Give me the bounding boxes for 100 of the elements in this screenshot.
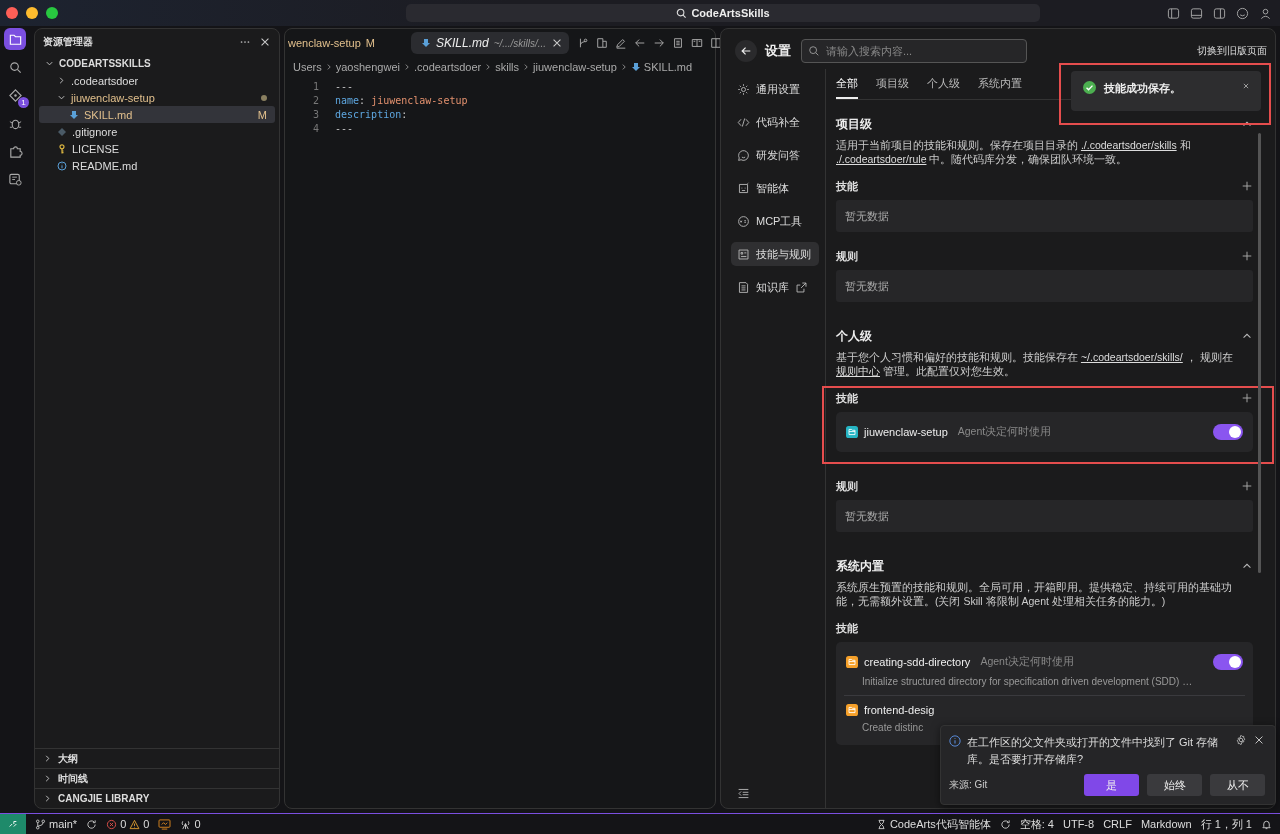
path-link[interactable]: ./.codeartsdoer/rule	[836, 153, 927, 165]
search-field[interactable]: 请输入搜索内容...	[801, 39, 1027, 63]
ports-status[interactable]: 0	[180, 818, 201, 830]
document-icon[interactable]	[672, 37, 685, 49]
forward-arrow-icon[interactable]	[653, 37, 666, 49]
add-icon[interactable]	[1241, 480, 1253, 492]
breadcrumb[interactable]: yaoshengwei	[335, 61, 400, 73]
sync-icon[interactable]	[86, 818, 98, 830]
smiley-icon[interactable]	[1236, 6, 1249, 20]
tree-item[interactable]: SKILL.md M	[39, 106, 275, 123]
tree-item[interactable]: .codeartsdoer	[39, 72, 275, 89]
sidebar-toggle-icon[interactable]	[1167, 6, 1180, 20]
editor-tab[interactable]: SKILL.md ~/.../skills/...	[410, 32, 570, 54]
breadcrumb[interactable]: skills	[495, 61, 520, 73]
section-header[interactable]: 大纲	[35, 749, 279, 769]
path-link[interactable]: 规则中心	[836, 365, 880, 377]
back-arrow-icon[interactable]	[634, 37, 647, 49]
toggle-switch[interactable]	[1213, 424, 1243, 440]
status-item[interactable]: 行 1，列 1	[1200, 816, 1252, 832]
code-line: name: jiuwenclaw-setup	[335, 94, 468, 106]
line-number: 3	[311, 108, 320, 120]
chevron-icon	[43, 794, 52, 803]
skill-description: Create distinc	[862, 722, 925, 733]
status-item[interactable]: UTF-8	[1063, 818, 1095, 830]
tree-item[interactable]: .gitignore	[39, 123, 275, 140]
nav-item[interactable]: 研发问答	[731, 143, 819, 167]
section-header[interactable]: CANGJIE LIBRARY	[35, 789, 279, 808]
chat-icon	[737, 148, 750, 162]
settings-icon[interactable]	[1235, 734, 1247, 746]
nav-item[interactable]: 技能与规则	[731, 242, 819, 266]
tree-item[interactable]: README.md	[39, 157, 275, 174]
filter-tab[interactable]: 全部	[836, 76, 858, 99]
status-item[interactable]: CRLF	[1103, 818, 1132, 830]
close-icon[interactable]	[259, 36, 271, 48]
status-item[interactable]: Markdown	[1140, 818, 1192, 830]
add-icon[interactable]	[1241, 392, 1253, 404]
code-line: ---	[335, 80, 354, 92]
minimize-window-button[interactable]	[26, 7, 38, 19]
collapse-sidebar-icon[interactable]	[737, 787, 750, 800]
account-icon[interactable]	[1259, 6, 1272, 20]
notification-button[interactable]: 从不	[1210, 774, 1265, 796]
branch-status[interactable]: main*	[35, 818, 78, 830]
notification-button[interactable]: 是	[1084, 774, 1139, 796]
add-icon[interactable]	[1241, 180, 1253, 192]
source-control-icon[interactable]	[7, 87, 23, 103]
line-number: 4	[311, 122, 320, 134]
zoom-window-button[interactable]	[46, 7, 58, 19]
nav-item[interactable]: 代码补全	[731, 110, 819, 134]
book-icon[interactable]	[691, 37, 704, 49]
switch-old-page-link[interactable]: 切换到旧版页面	[1197, 44, 1267, 58]
skill-description: Initialize structured directory for specification driven development (SDD) …	[862, 676, 1194, 687]
branch-icon[interactable]	[577, 37, 590, 49]
list-icon	[737, 247, 750, 261]
tree-item[interactable]: CODEARTSSKILLS	[39, 55, 275, 72]
problems-status[interactable]: 0 0	[106, 818, 150, 830]
search-icon[interactable]	[7, 59, 23, 75]
line-number: 2	[311, 94, 320, 106]
filter-tab[interactable]: 项目级	[876, 76, 909, 99]
empty-state: 暂无数据	[836, 500, 1253, 532]
close-icon[interactable]	[1253, 734, 1265, 746]
tree-item[interactable]: LICENSE	[39, 140, 275, 157]
command-center[interactable]: CodeArtsSkills	[406, 4, 1040, 22]
notification-button[interactable]: 始终	[1147, 774, 1202, 796]
bell-icon[interactable]	[1261, 818, 1272, 830]
breadcrumb[interactable]: jiuwenclaw-setup	[533, 61, 617, 73]
status-item[interactable]: 空格: 4	[1019, 816, 1054, 832]
filter-tab[interactable]: 个人级	[927, 76, 960, 99]
breadcrumb[interactable]: Users	[293, 61, 322, 73]
chevron-icon	[43, 754, 52, 763]
breadcrumb[interactable]: SKILL.md	[643, 61, 693, 73]
add-icon[interactable]	[1241, 250, 1253, 262]
remote-explorer-icon[interactable]	[7, 171, 23, 187]
section-description: 基于您个人习惯和偏好的技能和规则。技能保存在 ~/.codeartsdoer/skills/ ， 规则在 规则中心 管理。此配置仅对您生效。	[836, 350, 1234, 378]
section-header[interactable]: 时间线	[35, 769, 279, 789]
group-label: 技能	[836, 178, 858, 194]
back-button[interactable]	[735, 40, 757, 62]
nav-item[interactable]: 智能体	[731, 176, 819, 200]
panel-toggle-icon[interactable]	[1190, 6, 1203, 20]
explorer-button[interactable]	[4, 28, 26, 50]
search-icon	[808, 45, 820, 57]
nav-item[interactable]: MCP工具	[731, 209, 819, 233]
path-link[interactable]: ~/.codeartsdoer/skills/	[1080, 351, 1183, 363]
close-window-button[interactable]	[6, 7, 18, 19]
path-link[interactable]: ./.codeartsdoer/skills	[1080, 139, 1177, 151]
layout-icon[interactable]	[1213, 6, 1226, 20]
status-item[interactable]: CodeArts代码智能体	[875, 816, 991, 832]
nav-item[interactable]: 通用设置	[731, 77, 819, 101]
pencil-icon[interactable]	[615, 37, 628, 49]
monitor-icon[interactable]	[158, 818, 172, 830]
tree-item[interactable]: jiuwenclaw-setup	[39, 89, 275, 106]
filter-tab[interactable]: 系统内置	[978, 76, 1022, 99]
breadcrumb[interactable]: .codeartsdoer	[413, 61, 482, 73]
scrollbar[interactable]	[1258, 133, 1261, 573]
compare-icon[interactable]	[596, 37, 609, 49]
editor-tab[interactable]: wenclaw-setup M	[285, 32, 381, 54]
nav-item[interactable]: 知识库	[731, 275, 819, 299]
sync-icon[interactable]	[999, 818, 1011, 830]
extensions-icon[interactable]	[7, 143, 23, 159]
toggle-switch[interactable]	[1213, 654, 1243, 670]
close-icon[interactable]	[1241, 81, 1251, 91]
